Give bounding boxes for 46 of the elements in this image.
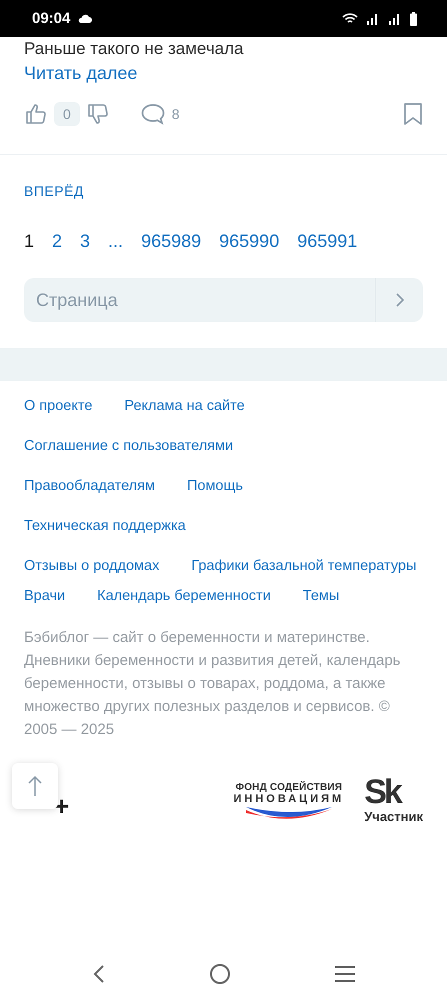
footer-link[interactable]: О проекте — [24, 398, 92, 414]
battery-icon — [410, 12, 417, 26]
post-text: Раньше такого не замечала — [24, 39, 245, 59]
fund-logo[interactable]: ФОНД СОДЕЙСТВИЯ ИННОВАЦИЯМ — [233, 782, 344, 822]
recent-apps-icon[interactable] — [334, 965, 356, 983]
wifi-icon — [342, 12, 358, 24]
logo-text: Sk — [364, 774, 402, 808]
sk-logo[interactable]: Sk Участник — [364, 774, 423, 824]
footer-link[interactable]: Отзывы о роддомах — [24, 558, 160, 574]
chevron-right-icon — [394, 292, 404, 308]
footer-link[interactable]: Соглашение с пользователями — [24, 438, 234, 454]
footer-link[interactable]: Темы — [302, 588, 340, 604]
home-icon[interactable] — [208, 963, 230, 985]
arrow-up-icon — [28, 775, 42, 797]
signal-icon — [366, 12, 380, 24]
footer-link[interactable]: Графики базальной температуры — [191, 558, 416, 574]
footer-link[interactable]: Помощь — [186, 478, 243, 494]
next-link[interactable]: ВПЕРЁД — [24, 183, 84, 199]
comment-icon[interactable] — [140, 102, 166, 126]
footer-link[interactable]: Техническая поддержка — [24, 518, 186, 534]
logo-text: Участник — [364, 808, 423, 824]
logo-text: ФОНД СОДЕЙСТВИЯ — [235, 782, 342, 792]
page-link[interactable]: ... — [108, 231, 124, 252]
footer-link[interactable]: Реклама на сайте — [124, 398, 245, 414]
back-icon[interactable] — [92, 964, 106, 984]
logo-text: ИННОВАЦИЯМ — [233, 792, 344, 804]
signal-icon — [388, 12, 402, 24]
page-link[interactable]: 965990 — [219, 231, 280, 252]
about-text: Бэбиблог — сайт о беременности и материнстве. Дневники беременности и развития детей, календарь беременности, отзывы о товарах, роддома, а также множество других полезных разделов и сервисов. © 2005 — 2025 — [24, 628, 402, 740]
like-count: 0 — [54, 102, 80, 126]
page-link[interactable]: 1 — [24, 231, 34, 252]
footer-link[interactable]: Календарь беременности — [97, 588, 271, 604]
page-link[interactable]: 965991 — [297, 231, 358, 252]
status-time: 09:04 — [32, 10, 70, 27]
thumbs-up-icon[interactable] — [24, 102, 48, 126]
page-field[interactable]: Страница — [24, 278, 375, 322]
bookmark-icon[interactable] — [403, 102, 423, 126]
page-link[interactable]: 2 — [52, 231, 62, 252]
page-link[interactable]: 965989 — [141, 231, 202, 252]
comment-count: 8 — [172, 106, 180, 122]
footer-link[interactable]: Врачи — [24, 588, 66, 604]
page-link[interactable]: 3 — [80, 231, 90, 252]
footer-link[interactable]: Правообладателям — [24, 478, 155, 494]
cloud-icon — [78, 14, 92, 24]
thumbs-down-icon[interactable] — [86, 102, 110, 126]
read-more-link[interactable]: Читать далее — [24, 63, 138, 84]
